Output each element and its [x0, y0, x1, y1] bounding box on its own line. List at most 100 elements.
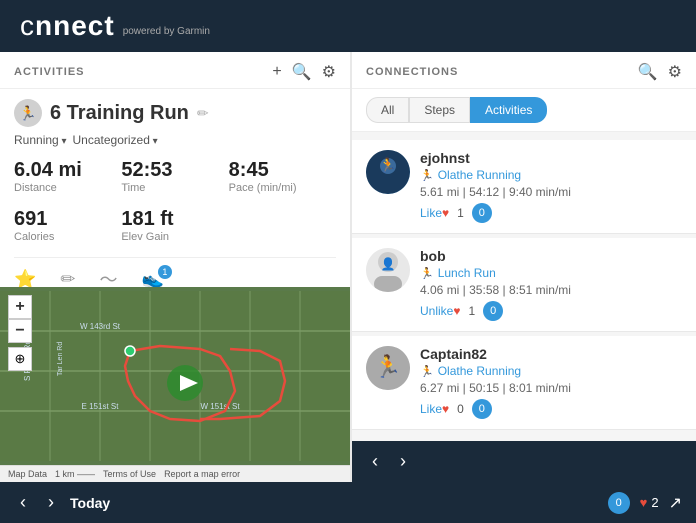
- connection-actions: Like♥ 1 0: [420, 203, 682, 223]
- calories-label: Calories: [14, 231, 121, 243]
- connection-name: bob: [420, 248, 682, 264]
- connections-prev-button[interactable]: ‹: [366, 449, 384, 474]
- avatar: 🏃: [366, 346, 410, 390]
- calories-value: 691: [14, 208, 121, 231]
- activity-row: 🏃 Lunch Run: [420, 266, 682, 280]
- map-data-label: Map Data: [8, 469, 47, 479]
- map-layers-button[interactable]: ⊕: [8, 347, 32, 371]
- map-zoom-in-button[interactable]: +: [8, 295, 32, 319]
- comment-button[interactable]: 0: [483, 301, 503, 321]
- like-count: 0: [457, 402, 464, 416]
- connection-stats: 6.27 mi | 50:15 | 8:01 min/mi: [420, 381, 682, 395]
- running-tag[interactable]: Running: [14, 133, 67, 147]
- connections-title: CONNECTIONS: [366, 66, 458, 78]
- category-tag[interactable]: Uncategorized: [73, 133, 158, 147]
- share-button[interactable]: ↗: [669, 493, 682, 513]
- terms-of-use-link[interactable]: Terms of Use: [103, 469, 156, 479]
- activity-row: 🏃 Olathe Running: [420, 168, 682, 182]
- main-content: ACTIVITIES + 🔍 ⚙ 🏃 6 Training Run ✏ Runn…: [0, 52, 696, 482]
- add-activity-button[interactable]: +: [272, 63, 281, 81]
- activity-type-icon: 🏃: [14, 99, 42, 127]
- connection-stats: 5.61 mi | 54:12 | 9:40 min/mi: [420, 185, 682, 199]
- activities-settings-button[interactable]: ⚙: [322, 62, 336, 82]
- map-zoom-out-button[interactable]: −: [8, 319, 32, 343]
- time-value: 52:53: [121, 159, 228, 182]
- tab-steps[interactable]: Steps: [409, 97, 470, 123]
- connection-info: ejohnst 🏃 Olathe Running 5.61 mi | 54:12…: [420, 150, 682, 223]
- connections-panel: CONNECTIONS 🔍 ⚙ All Steps Activities 🏃: [352, 52, 696, 482]
- activity-link[interactable]: Lunch Run: [438, 266, 496, 280]
- elev-stat: 181 ft Elev Gain: [121, 208, 228, 243]
- activity-title-row: 🏃 6 Training Run ✏: [14, 99, 336, 127]
- map-footer: Map Data 1 km —— Terms of Use Report a m…: [0, 465, 350, 482]
- connection-item: 🏃 Captain82 🏃 Olathe Running 6.27 mi | 5…: [352, 336, 696, 430]
- activity-name: 6 Training Run: [50, 102, 189, 125]
- connection-name: ejohnst: [420, 150, 682, 166]
- like-count: 2: [651, 495, 658, 510]
- connection-name: Captain82: [420, 346, 682, 362]
- map-controls: + − ⊕: [8, 295, 32, 371]
- time-stat: 52:53 Time: [121, 159, 228, 194]
- tab-all[interactable]: All: [366, 97, 409, 123]
- connection-actions: Like♥ 0 0: [420, 399, 682, 419]
- pace-stat: 8:45 Pace (min/mi): [229, 159, 336, 194]
- connections-header: CONNECTIONS 🔍 ⚙: [352, 52, 696, 89]
- run-icon: 🏃: [420, 267, 434, 280]
- distance-stat: 6.04 mi Distance: [14, 159, 121, 194]
- connections-bottom-bar: ‹ ›: [352, 441, 696, 482]
- connection-item: 👤 bob 🏃 Lunch Run 4.06 mi | 35:58 | 8:51…: [352, 238, 696, 332]
- next-activity-button[interactable]: ›: [42, 490, 60, 515]
- activity-map[interactable]: W 143rd St E 151st St W 151st St S Ridge…: [0, 287, 350, 465]
- unlike-button[interactable]: Unlike♥: [420, 304, 460, 318]
- comment-button[interactable]: 0: [472, 203, 492, 223]
- like-count: 1: [457, 206, 464, 220]
- svg-text:W 151st St: W 151st St: [200, 402, 240, 411]
- svg-text:🏃: 🏃: [379, 157, 396, 173]
- shoe-badge: 1: [158, 265, 172, 279]
- svg-text:E 151st St: E 151st St: [82, 402, 120, 411]
- edit-tab[interactable]: ✏: [60, 269, 75, 288]
- connection-stats: 4.06 mi | 35:58 | 8:51 min/mi: [420, 283, 682, 297]
- prev-activity-button[interactable]: ‹: [14, 490, 32, 515]
- svg-text:👤: 👤: [381, 257, 396, 271]
- distance-label: Distance: [14, 182, 121, 194]
- app-logo: cnnect: [20, 10, 115, 42]
- svg-text:🏃: 🏃: [374, 354, 401, 379]
- today-label: Today: [70, 495, 110, 511]
- connections-next-button[interactable]: ›: [394, 449, 412, 474]
- connections-settings-button[interactable]: ⚙: [668, 62, 682, 82]
- activity-link[interactable]: Olathe Running: [438, 168, 521, 182]
- search-connections-button[interactable]: 🔍: [638, 62, 658, 82]
- tab-activities[interactable]: Activities: [470, 97, 547, 123]
- report-map-error-link[interactable]: Report a map error: [164, 469, 240, 479]
- connection-actions: Unlike♥ 1 0: [420, 301, 682, 321]
- chart-tab[interactable]: 〜: [100, 266, 118, 287]
- activity-stats-secondary: 691 Calories 181 ft Elev Gain: [14, 208, 336, 243]
- activities-title: ACTIVITIES: [14, 66, 85, 78]
- activity-detail: 🏃 6 Training Run ✏ Running Uncategorized…: [0, 89, 350, 287]
- distance-value: 6.04 mi: [14, 159, 121, 182]
- svg-text:W 143rd St: W 143rd St: [80, 322, 121, 331]
- activities-header: ACTIVITIES + 🔍 ⚙: [0, 52, 350, 89]
- edit-activity-button[interactable]: ✏: [197, 105, 209, 122]
- like-heart-icon: ♥: [640, 495, 648, 510]
- activities-bottom-bar: ‹ › Today 0 ♥ 2 ↗: [0, 482, 696, 523]
- connections-actions: 🔍 ⚙: [638, 62, 682, 82]
- elev-label: Elev Gain: [121, 231, 228, 243]
- activity-link[interactable]: Olathe Running: [438, 364, 521, 378]
- activity-likes: ♥ 2: [640, 495, 659, 510]
- connection-info: Captain82 🏃 Olathe Running 6.27 mi | 50:…: [420, 346, 682, 419]
- pace-value: 8:45: [229, 159, 336, 182]
- like-button[interactable]: Like♥: [420, 402, 449, 416]
- favorite-tab[interactable]: ⭐: [14, 269, 36, 288]
- logo-nnect: nnect: [35, 10, 115, 41]
- avatar: 🏃: [366, 150, 410, 194]
- comment-button[interactable]: 0: [472, 399, 492, 419]
- activity-row: 🏃 Olathe Running: [420, 364, 682, 378]
- connection-item: 🏃 ejohnst 🏃 Olathe Running 5.61 mi | 54:…: [352, 140, 696, 234]
- shoe-tab[interactable]: 👟 1: [142, 269, 164, 288]
- like-button[interactable]: Like♥: [420, 206, 449, 220]
- elev-value: 181 ft: [121, 208, 228, 231]
- powered-by-label: powered by Garmin: [123, 26, 210, 37]
- search-activities-button[interactable]: 🔍: [292, 62, 312, 82]
